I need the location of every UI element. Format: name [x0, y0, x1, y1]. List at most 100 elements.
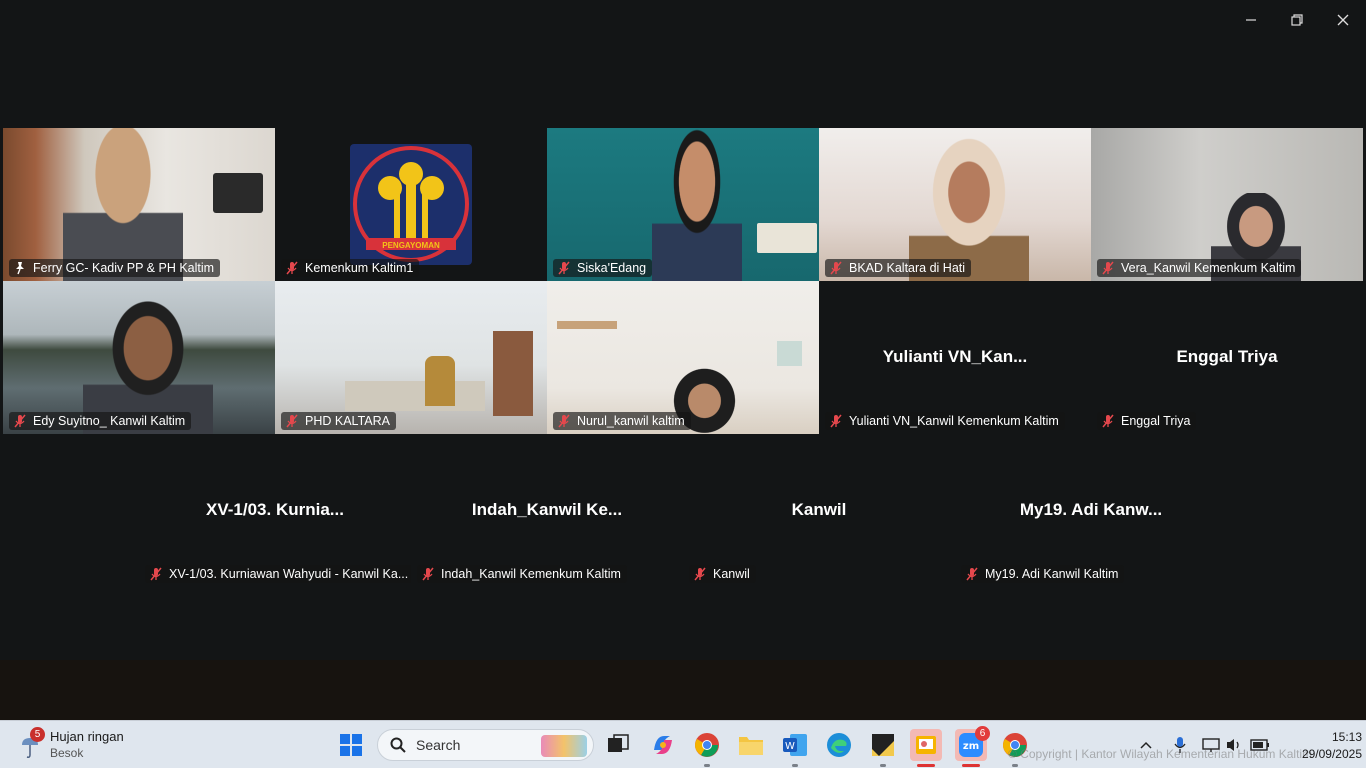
name-tag: PHD KALTARA [281, 412, 396, 430]
muted-mic-icon [422, 567, 434, 581]
minimize-icon[interactable] [1228, 6, 1274, 34]
chrome-profile-icon[interactable] [691, 729, 723, 767]
participant-tile[interactable]: PHD KALTARA [275, 281, 547, 434]
participant-name: Indah_Kanwil Kemenkum Kaltim [441, 567, 621, 581]
participant-display-name: Kanwil [791, 500, 847, 519]
muted-mic-icon [830, 261, 842, 275]
name-tag: Kanwil [689, 565, 756, 583]
participant-display-name: Indah_Kanwil Ke... [471, 500, 623, 519]
pin-icon [16, 262, 24, 275]
participant-display-name: Enggal Triya [1176, 347, 1278, 366]
participant-name: Enggal Triya [1121, 414, 1191, 428]
name-tag: Ferry GC- Kadiv PP & PH Kaltim [9, 259, 221, 277]
name-tag: Enggal Triya [1097, 412, 1197, 430]
weather-title: Hujan ringan [50, 729, 124, 744]
edge-icon[interactable] [823, 729, 855, 761]
name-tag: Yulianti VN_Kanwil Kemenkum Kaltim [825, 412, 1065, 430]
chevron-up-icon[interactable] [1134, 729, 1158, 761]
clock-time: 15:13 [1331, 730, 1362, 744]
participant-tile[interactable]: Nurul_kanwil kaltim [547, 281, 819, 434]
participant-name: Yulianti VN_Kanwil Kemenkum Kaltim [849, 414, 1059, 428]
name-tag: Siska'Edang [553, 259, 653, 277]
participant-display-name: My19. Adi Kanw... [1019, 500, 1163, 519]
svg-text:W: W [785, 741, 795, 752]
participant-name: Ferry GC- Kadiv PP & PH Kaltim [33, 261, 215, 275]
name-tag: BKAD Kaltara di Hati [825, 259, 972, 277]
participant-tile[interactable]: Indah_Kanwil Ke... Indah_Kanwil Kemenkum… [411, 434, 683, 587]
clock-date: 29/09/2025 [1301, 747, 1362, 761]
participant-tile[interactable]: My19. Adi Kanw... My19. Adi Kanwil Kalti… [955, 434, 1227, 587]
participant-tile[interactable]: XV-1/03. Kurnia... XV-1/03. Kurniawan Wa… [139, 434, 411, 587]
search-highlight-image [541, 735, 587, 757]
participant-tile[interactable]: Kanwil Kanwil [683, 434, 955, 587]
word-icon[interactable]: W [779, 729, 811, 767]
participant-name: XV-1/03. Kurniawan Wahyudi - Kanwil Ka..… [169, 567, 409, 581]
muted-mic-icon [966, 567, 978, 581]
title-bar [0, 0, 1366, 40]
participant-name: BKAD Kaltara di Hati [849, 261, 966, 275]
copilot-icon[interactable] [647, 729, 679, 761]
taskbar: 5 Hujan ringan Besok Search W zm 6 © Cop… [0, 720, 1366, 768]
name-tag: My19. Adi Kanwil Kaltim [961, 565, 1125, 583]
muted-mic-icon [558, 261, 570, 275]
bottom-strip [0, 660, 1366, 720]
taskbar-search[interactable]: Search [377, 729, 594, 761]
search-icon [390, 737, 406, 753]
muted-mic-icon [1102, 261, 1114, 275]
participant-name: My19. Adi Kanwil Kaltim [985, 567, 1119, 581]
windows-start-icon[interactable] [335, 729, 367, 761]
sticky-notes-icon[interactable] [867, 729, 899, 767]
name-tag: Kemenkum Kaltim1 [281, 259, 420, 277]
muted-mic-icon [14, 414, 26, 428]
participant-name: PHD KALTARA [305, 414, 390, 428]
participant-name: Nurul_kanwil kaltim [577, 414, 685, 428]
participant-tile[interactable]: PENGAYOMAN Kemenkum Kaltim1 [275, 128, 547, 281]
participant-tile[interactable]: BKAD Kaltara di Hati [819, 128, 1091, 281]
zoom-badge: 6 [975, 726, 990, 741]
participant-name: Kemenkum Kaltim1 [305, 261, 414, 275]
clock[interactable]: 15:13 29/09/2025 [1282, 727, 1362, 763]
close-icon[interactable] [1320, 6, 1366, 34]
name-tag: XV-1/03. Kurniawan Wahyudi - Kanwil Ka..… [145, 565, 411, 583]
logo-text: PENGAYOMAN [382, 241, 440, 250]
zoom-icon[interactable]: zm 6 [955, 726, 990, 767]
participant-name: Edy Suyitno_ Kanwil Kaltim [33, 414, 186, 428]
participant-name: Siska'Edang [577, 261, 647, 275]
volume-icon[interactable] [1222, 729, 1246, 761]
microphone-icon[interactable] [1168, 729, 1192, 761]
restore-icon[interactable] [1274, 6, 1320, 34]
participant-name: Kanwil [713, 567, 750, 581]
task-view-icon[interactable] [602, 729, 634, 761]
participant-name: Vera_Kanwil Kemenkum Kaltim [1121, 261, 1296, 275]
weather-badge: 5 [30, 727, 45, 742]
muted-mic-icon [286, 414, 298, 428]
participant-tile[interactable]: Enggal Triya Enggal Triya [1091, 281, 1363, 434]
muted-mic-icon [1102, 414, 1114, 428]
name-tag: Indah_Kanwil Kemenkum Kaltim [417, 565, 627, 583]
name-tag: Edy Suyitno_ Kanwil Kaltim [9, 412, 192, 430]
muted-mic-icon [830, 414, 842, 428]
participant-tile[interactable]: Edy Suyitno_ Kanwil Kaltim [3, 281, 275, 434]
muted-mic-icon [694, 567, 706, 581]
network-icon[interactable] [1198, 729, 1224, 761]
name-tag: Vera_Kanwil Kemenkum Kaltim [1097, 259, 1302, 277]
search-label: Search [416, 737, 461, 753]
participant-display-name: XV-1/03. Kurnia... [206, 500, 344, 519]
participant-tile[interactable]: Vera_Kanwil Kemenkum Kaltim [1091, 128, 1363, 281]
muted-mic-icon [286, 261, 298, 275]
name-tag: Nurul_kanwil kaltim [553, 412, 691, 430]
muted-mic-icon [150, 567, 162, 581]
participant-tile[interactable]: Yulianti VN_Kan... Yulianti VN_Kanwil Ke… [819, 281, 1091, 434]
battery-icon[interactable] [1247, 729, 1273, 761]
participant-display-name: Yulianti VN_Kan... [882, 347, 1028, 366]
slides-app-icon[interactable] [910, 729, 942, 767]
svg-text:zm: zm [963, 741, 979, 752]
weather-subtitle: Besok [50, 746, 84, 760]
pengayoman-logo: PENGAYOMAN [350, 144, 472, 265]
weather-widget[interactable]: 5 Hujan ringan Besok [16, 727, 156, 763]
muted-mic-icon [558, 414, 570, 428]
participant-tile[interactable]: Siska'Edang [547, 128, 819, 281]
participant-tile[interactable]: Ferry GC- Kadiv PP & PH Kaltim [3, 128, 275, 281]
zoom-meeting-window: Ferry GC- Kadiv PP & PH Kaltim PENGAYOMA… [0, 0, 1366, 720]
file-explorer-icon[interactable] [735, 729, 767, 761]
